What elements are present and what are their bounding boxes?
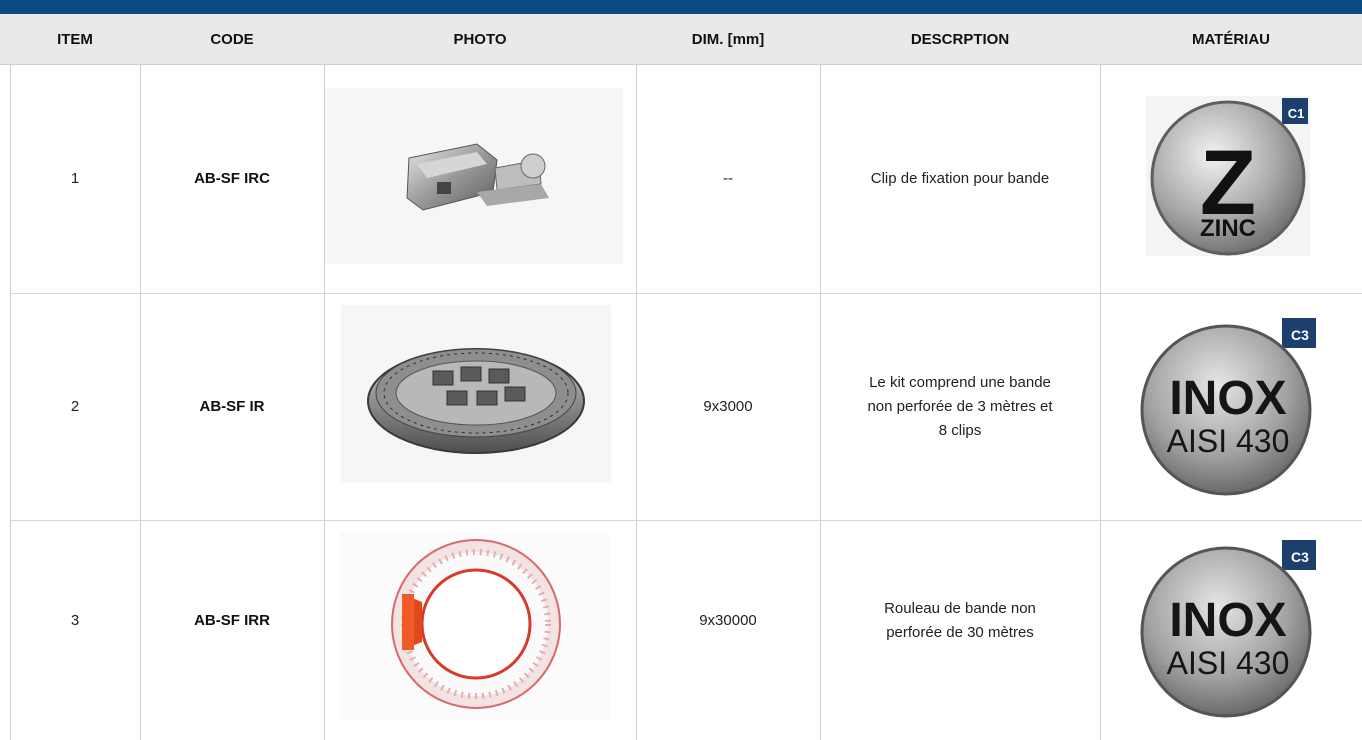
header-description: DESCRPTION <box>910 30 1010 48</box>
row-description: Clip de fixation pour bande <box>870 169 1050 187</box>
row-item-number: 3 <box>70 612 80 629</box>
row-code: AB-SF IRC <box>194 169 270 187</box>
row-code: AB-SF IRR <box>194 612 270 629</box>
roll-photo <box>340 532 610 720</box>
material-class-label: C1 <box>1288 106 1305 121</box>
row-description: Rouleau de bande non perforée de 30 mètr… <box>884 600 1036 641</box>
zinc-material-badge: C1 Z ZINC <box>1146 96 1310 256</box>
header-code: CODE <box>210 30 254 48</box>
row-dimension: 9x30000 <box>699 612 757 629</box>
grid-line <box>1100 64 1101 740</box>
row-code: AB-SF IR <box>199 398 265 415</box>
row-dimension: 9x3000 <box>703 398 753 415</box>
row-item-number: 2 <box>70 398 80 415</box>
material-name: INOX <box>1169 372 1286 425</box>
grid-line <box>324 64 325 740</box>
material-class-label: C3 <box>1291 327 1309 343</box>
top-accent-bar <box>0 0 1362 14</box>
material-grade: AISI 430 <box>1167 423 1290 459</box>
material-class-label: C3 <box>1291 549 1309 565</box>
inox-material-badge: C3 INOX AISI 430 <box>1138 318 1316 496</box>
header-item: ITEM <box>57 30 93 48</box>
header-dim: DIM. [mm] <box>691 30 765 48</box>
table-header-row: ITEM CODE PHOTO DIM. [mm] DESCRPTION MAT… <box>0 14 1362 65</box>
inox-material-badge: C3 INOX AISI 430 <box>1138 540 1316 718</box>
material-name: INOX <box>1169 594 1286 647</box>
row-description: Le kit comprend une bande non perforée d… <box>867 374 1053 439</box>
material-name: ZINC <box>1200 215 1256 242</box>
kit-coil-photo <box>341 305 611 483</box>
clip-photo <box>327 88 623 264</box>
row-item-number: 1 <box>70 169 80 187</box>
header-photo: PHOTO <box>453 30 507 48</box>
material-grade: AISI 430 <box>1167 645 1290 681</box>
row-dimension: -- <box>723 169 733 187</box>
header-material: MATÉRIAU <box>1191 30 1271 48</box>
